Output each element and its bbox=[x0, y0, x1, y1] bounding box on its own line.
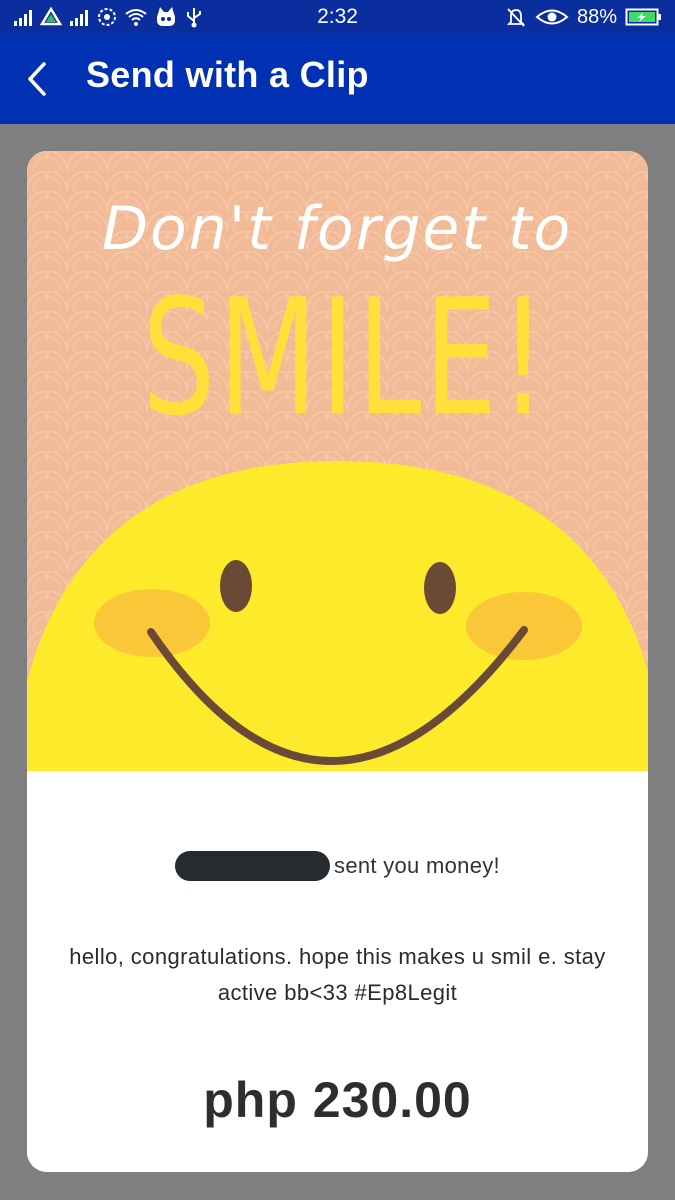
chevron-left-icon bbox=[28, 62, 46, 96]
battery-percent: 88% bbox=[576, 5, 617, 28]
amount: php 230.00 bbox=[203, 1072, 472, 1128]
left-cheek bbox=[94, 589, 210, 657]
status-right-icons: 88% bbox=[505, 6, 663, 28]
eye-icon bbox=[535, 9, 569, 25]
sender-line: sent you money! bbox=[27, 851, 648, 881]
clip-image: Don't forget to SMILE! bbox=[27, 151, 648, 771]
money-clip-card: Don't forget to SMILE! sent you money! h… bbox=[27, 151, 648, 1172]
clip-headline-top: Don't forget to bbox=[102, 194, 572, 264]
clip-headline-main: SMILE! bbox=[142, 265, 549, 451]
right-cheek bbox=[466, 592, 582, 660]
clip-message: hello, congratulations. hope this makes … bbox=[69, 944, 606, 1005]
muted-bell-icon bbox=[506, 8, 526, 27]
status-bar: 2:32 88% bbox=[0, 0, 675, 34]
right-eye bbox=[424, 562, 456, 614]
app-bar: Send with a Clip bbox=[0, 34, 675, 124]
sender-message: sent you money! bbox=[334, 853, 500, 878]
battery-charging-icon bbox=[625, 8, 661, 26]
page-title: Send with a Clip bbox=[86, 54, 369, 95]
card-details: sent you money! hello, congratulations. … bbox=[27, 771, 648, 1172]
back-button[interactable] bbox=[18, 58, 58, 100]
left-eye bbox=[220, 560, 252, 612]
redacted-sender-name bbox=[175, 851, 331, 881]
